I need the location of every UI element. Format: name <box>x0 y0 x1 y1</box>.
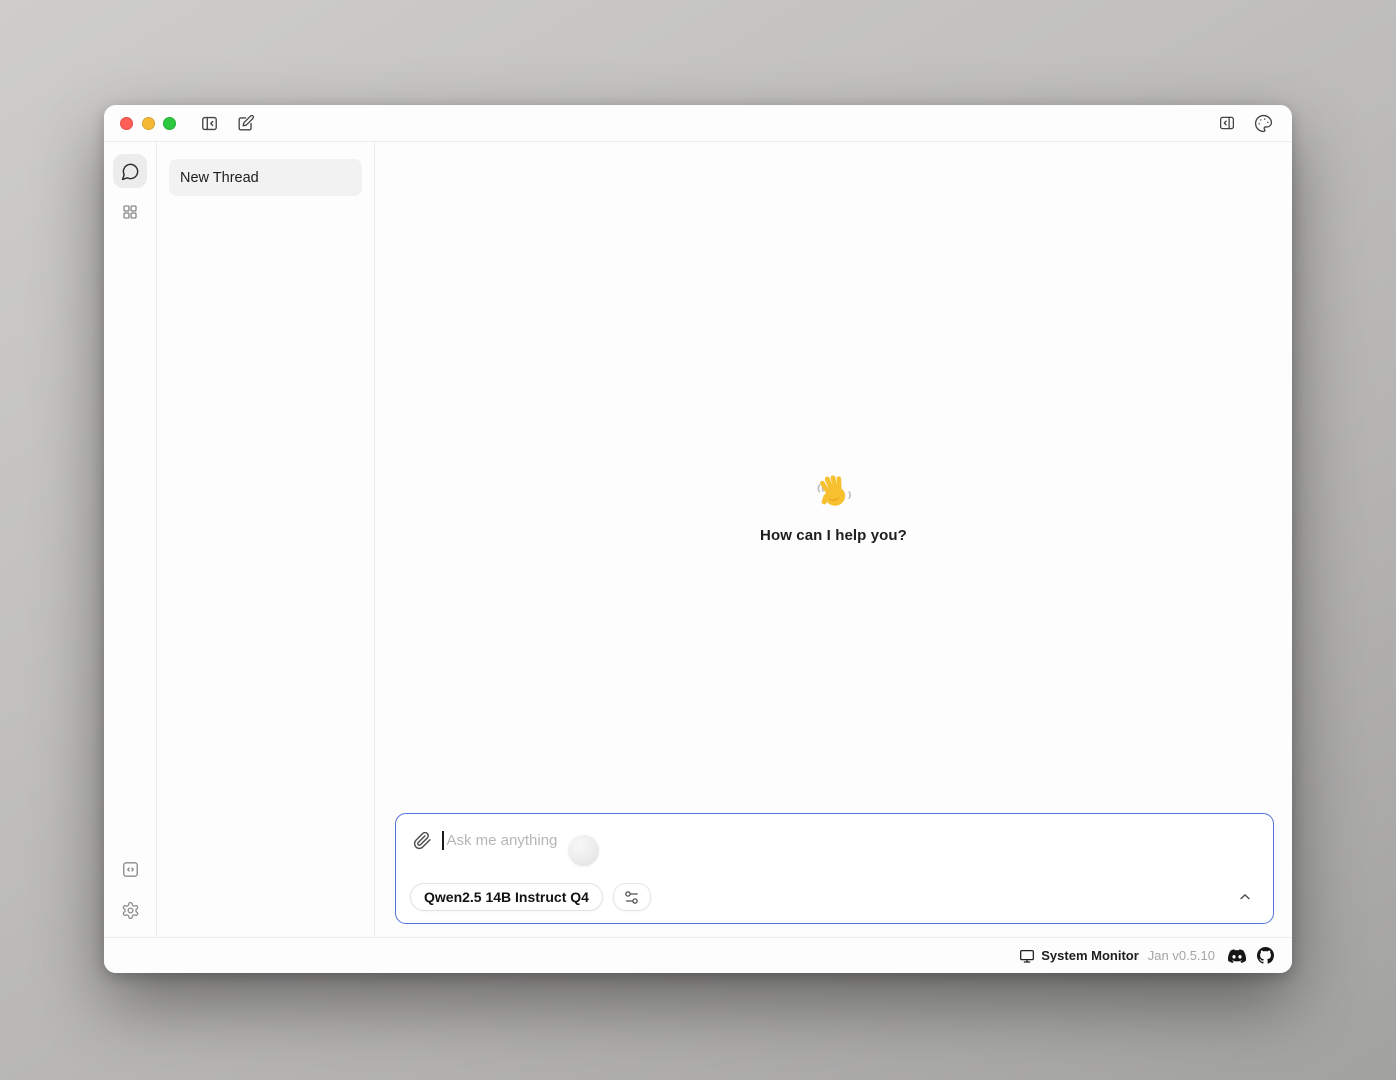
sidebar-item-hub[interactable] <box>113 195 147 229</box>
sliders-icon <box>623 889 640 906</box>
grid-icon <box>121 203 139 221</box>
left-rail <box>104 142 157 937</box>
model-selector-button[interactable]: Qwen2.5 14B Instruct Q4 <box>410 883 603 911</box>
chat-bubble-icon <box>121 162 140 181</box>
discord-icon[interactable] <box>1228 949 1246 963</box>
zoom-button[interactable] <box>163 117 176 130</box>
chat-input[interactable] <box>444 832 1214 849</box>
chevron-up-icon <box>1237 889 1253 905</box>
close-button[interactable] <box>120 117 133 130</box>
sidebar-item-settings[interactable] <box>113 893 147 927</box>
main-content: 👋 How can I help you? Qwe <box>375 142 1292 937</box>
system-monitor-button[interactable]: System Monitor <box>1019 948 1139 964</box>
system-monitor-label: System Monitor <box>1041 948 1139 963</box>
traffic-lights <box>120 117 176 130</box>
gear-icon <box>121 901 140 920</box>
sidebar-item-threads[interactable] <box>113 154 147 188</box>
app-window: New Thread <box>104 105 1292 973</box>
code-square-icon <box>121 860 140 879</box>
sidebar-item-local-api-server[interactable] <box>113 852 147 886</box>
github-icon[interactable] <box>1257 947 1274 964</box>
composer: Qwen2.5 14B Instruct Q4 <box>395 813 1274 924</box>
statusbar: System Monitor Jan v0.5.10 <box>104 937 1292 973</box>
thread-list-item[interactable]: New Thread <box>169 159 362 196</box>
model-settings-button[interactable] <box>613 883 651 911</box>
paperclip-icon[interactable] <box>413 831 432 850</box>
monitor-icon <box>1019 948 1035 964</box>
loading-circle <box>568 835 599 866</box>
greeting-text: How can I help you? <box>375 527 1292 544</box>
panel-right-toggle-icon[interactable] <box>1214 111 1240 135</box>
composer-collapse-button[interactable] <box>1231 884 1259 910</box>
app-version-label: Jan v0.5.10 <box>1148 948 1215 963</box>
model-selector-label: Qwen2.5 14B Instruct Q4 <box>424 889 589 905</box>
titlebar <box>104 105 1292 142</box>
thread-list-panel: New Thread <box>157 142 375 937</box>
greeting: 👋 How can I help you? <box>375 472 1292 544</box>
new-thread-icon[interactable] <box>232 111 258 135</box>
greeting-emoji-text: 👋 <box>854 472 855 473</box>
panel-left-toggle-icon[interactable] <box>196 111 222 135</box>
thread-title: New Thread <box>180 170 259 186</box>
minimize-button[interactable] <box>142 117 155 130</box>
waving-hand-emoji <box>814 472 854 510</box>
theme-palette-icon[interactable] <box>1250 111 1276 135</box>
